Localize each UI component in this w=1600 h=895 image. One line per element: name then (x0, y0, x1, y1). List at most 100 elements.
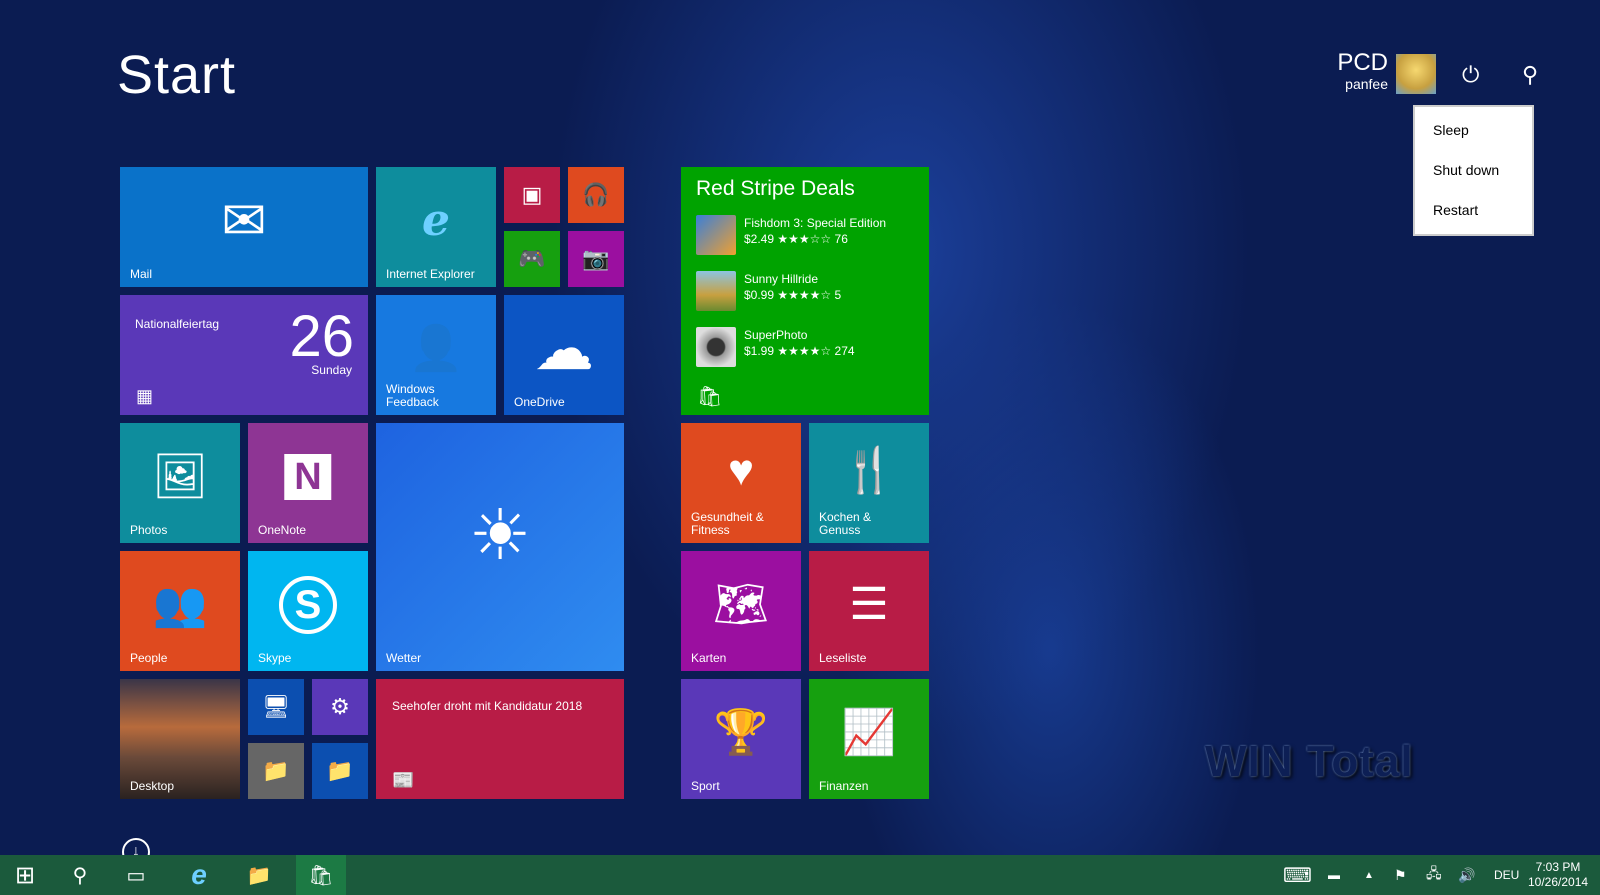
file-explorer-icon[interactable]: 📁 (234, 855, 284, 895)
folder-icon: 📁 (262, 758, 290, 783)
tile-reading-list[interactable]: ☰ Leseliste (809, 551, 929, 671)
tile-onenote[interactable]: N OneNote (248, 423, 368, 543)
power-icon[interactable]: ⏻ (1462, 62, 1479, 88)
avatar[interactable] (1396, 54, 1436, 94)
tile-mail[interactable]: ✉ Mail (120, 167, 368, 287)
language-indicator[interactable]: DEU (1494, 855, 1519, 895)
tile-label: Desktop (130, 779, 175, 793)
menu-sleep[interactable]: Sleep (1415, 119, 1532, 159)
computer-icon: 🖥 (262, 694, 290, 719)
tile-documents[interactable]: 📁 (312, 743, 368, 799)
tile-label: Kochen & Genuss (819, 510, 872, 537)
tile-label: Windows Feedback (386, 382, 439, 409)
tile-news[interactable]: Seehofer droht mit Kandidatur 2018 📰 (376, 679, 624, 799)
tile-video[interactable]: ▣ (504, 167, 560, 223)
menu-restart[interactable]: Restart (1415, 199, 1532, 239)
keyboard-icon[interactable]: ⌨ (1283, 855, 1312, 895)
skype-icon: S (279, 576, 337, 634)
action-center-icon[interactable]: ▬ (1328, 855, 1340, 895)
list-icon: ☰ (849, 580, 889, 629)
tile-music[interactable]: 🎧 (568, 167, 624, 223)
tile-label: Gesundheit & Fitness (691, 510, 764, 537)
deal-thumb (696, 327, 736, 367)
clock-time: 7:03 PM (1535, 860, 1581, 874)
deal-thumb (696, 215, 736, 255)
deal-price: $1.99 (744, 344, 775, 358)
tile-skype[interactable]: S Skype (248, 551, 368, 671)
deal-item[interactable]: Fishdom 3: Special Edition $2.49 ★★★☆☆ 76 (696, 215, 886, 255)
page-title: Start (117, 45, 237, 105)
heart-icon: ♥ (727, 446, 755, 495)
user-name: PCD (1337, 49, 1388, 76)
search-icon[interactable]: ⚲ (1522, 62, 1538, 88)
deal-stars: ★★★★☆ (777, 344, 832, 358)
tile-windows-feedback[interactable]: 👤 Windows Feedback (376, 295, 496, 415)
tile-settings[interactable]: ⚙ (312, 679, 368, 735)
folder-icon: 📁 (326, 758, 354, 783)
tile-desktop[interactable]: Desktop (120, 679, 240, 799)
store-title: Red Stripe Deals (696, 177, 855, 200)
deal-thumb (696, 271, 736, 311)
tile-sport[interactable]: 🏆 Sport (681, 679, 801, 799)
deal-count: 76 (834, 232, 848, 246)
tile-health-fitness[interactable]: ♥ Gesundheit & Fitness (681, 423, 801, 543)
cloud-icon: ☁ (534, 315, 594, 382)
show-hidden-icons[interactable]: ▲ (1364, 855, 1374, 895)
news-icon: 📰 (392, 770, 415, 790)
network-icon[interactable]: 🖧 (1426, 855, 1442, 895)
deal-price: $0.99 (744, 288, 775, 302)
taskbar: ⊞ ⚲ ▭ e 📁 🛍 ⌨ ▬ ▲ ⚑ 🖧 🔊 DEU 7:03 PM 10/2… (0, 855, 1600, 895)
tile-photos[interactable]: 🖼 Photos (120, 423, 240, 543)
tile-file-explorer[interactable]: 📁 (248, 743, 304, 799)
tile-calendar[interactable]: Nationalfeiertag 26 Sunday ▦ (120, 295, 368, 415)
task-view-icon[interactable]: ▭ (114, 855, 158, 895)
store-bag-icon: 🛍 (697, 386, 723, 408)
gear-icon: ⚙ (330, 694, 350, 719)
tile-store-deals[interactable]: Red Stripe Deals Fishdom 3: Special Edit… (681, 167, 929, 415)
news-headline: Seehofer droht mit Kandidatur 2018 (392, 699, 583, 713)
tile-finance[interactable]: 📈 Finanzen (809, 679, 929, 799)
deal-price: $2.49 (744, 232, 775, 246)
internet-explorer-icon[interactable]: e (174, 855, 224, 895)
calendar-event: Nationalfeiertag (135, 317, 220, 331)
onenote-icon: N (284, 454, 332, 500)
clock-date: 10/26/2014 (1528, 875, 1589, 889)
search-icon[interactable]: ⚲ (58, 855, 102, 895)
tile-food[interactable]: 🍴 Kochen & Genuss (809, 423, 929, 543)
user-account[interactable]: PCD panfee (1330, 49, 1388, 93)
feedback-icon: 👤 (408, 324, 464, 373)
watermark-logo: WIN Total (1205, 737, 1414, 786)
tile-label: OneNote (258, 523, 307, 537)
tile-maps[interactable]: 🗺 Karten (681, 551, 801, 671)
start-button-windows-icon[interactable]: ⊞ (0, 855, 50, 895)
tile-label: Photos (130, 523, 168, 537)
trophy-icon: 🏆 (713, 708, 769, 757)
volume-icon[interactable]: 🔊 (1458, 855, 1475, 895)
deal-item[interactable]: Sunny Hillride $0.99 ★★★★☆ 5 (696, 271, 841, 311)
tile-onedrive[interactable]: ☁ OneDrive (504, 295, 624, 415)
deal-count: 274 (834, 344, 855, 358)
video-icon: ▣ (521, 182, 543, 207)
menu-shut-down[interactable]: Shut down (1415, 159, 1532, 199)
store-icon[interactable]: 🛍 (296, 855, 346, 895)
tile-wetter[interactable]: ☀ Wetter (376, 423, 624, 671)
power-menu: Sleep Shut down Restart (1413, 105, 1534, 236)
flag-icon[interactable]: ⚑ (1394, 855, 1407, 895)
deal-name: Fishdom 3: Special Edition (744, 216, 887, 230)
tile-remote-desktop[interactable]: 🖥 (248, 679, 304, 735)
ie-icon: e (422, 195, 450, 246)
headphones-icon: 🎧 (582, 182, 610, 207)
mail-icon: ✉ (221, 191, 267, 251)
tile-label: Wetter (386, 651, 422, 665)
gamepad-icon: 🎮 (518, 246, 546, 271)
tile-label: Internet Explorer (386, 267, 475, 281)
tile-internet-explorer[interactable]: e Internet Explorer (376, 167, 496, 287)
clock[interactable]: 7:03 PM 10/26/2014 (1528, 855, 1588, 895)
calendar-day: 26 (289, 304, 354, 369)
tile-people[interactable]: 👥 People (120, 551, 240, 671)
tile-games[interactable]: 🎮 (504, 231, 560, 287)
deal-name: SuperPhoto (744, 328, 808, 342)
tile-camera[interactable]: 📷 (568, 231, 624, 287)
deal-item[interactable]: SuperPhoto $1.99 ★★★★☆ 274 (696, 327, 855, 367)
tile-label: Mail (130, 267, 153, 281)
